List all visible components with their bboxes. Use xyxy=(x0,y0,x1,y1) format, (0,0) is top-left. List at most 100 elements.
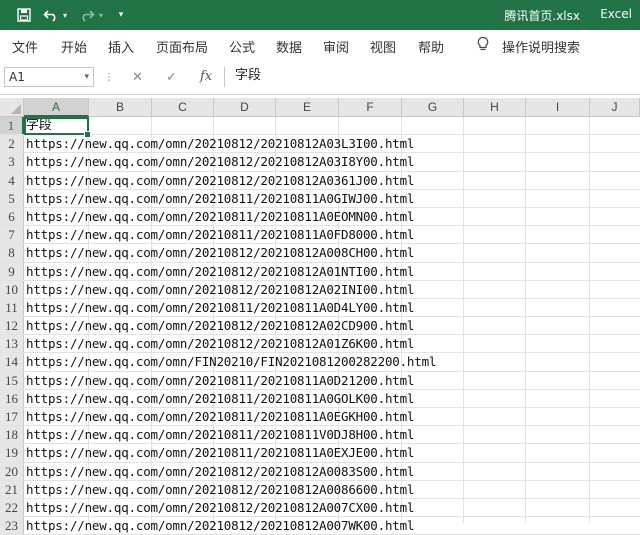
column-header-i[interactable]: I xyxy=(526,98,590,117)
sheet-row: 22 https://new.qq.com/omn/20210812/202108… xyxy=(0,498,640,518)
row-header[interactable]: 21 xyxy=(0,480,24,498)
cell-url[interactable]: https://new.qq.com/omn/20210812/20210812… xyxy=(26,281,414,299)
cell-url[interactable]: https://new.qq.com/omn/20210812/20210812… xyxy=(26,499,414,517)
row-header[interactable]: 15 xyxy=(0,371,24,389)
cell-url[interactable]: https://new.qq.com/omn/20210812/20210812… xyxy=(26,244,414,262)
sheet-row: 12 https://new.qq.com/omn/20210812/202108… xyxy=(0,317,640,336)
title-bar: ▾ ▾ ▾ 腾讯首页.xlsx Excel xyxy=(0,0,640,30)
save-icon[interactable] xyxy=(14,5,34,25)
row-header[interactable]: 22 xyxy=(0,498,24,517)
column-header-f[interactable]: F xyxy=(339,98,402,117)
name-box-dropdown-icon[interactable]: ▾ xyxy=(84,68,89,86)
cell-url[interactable]: https://new.qq.com/omn/20210812/20210812… xyxy=(26,263,414,281)
row-header[interactable]: 5 xyxy=(0,189,24,207)
cell-url[interactable]: https://new.qq.com/omn/20210812/20210812… xyxy=(26,335,414,353)
more-options-icon[interactable]: ⋮ xyxy=(104,72,114,83)
row-header[interactable]: 23 xyxy=(0,517,24,535)
tell-me-search[interactable]: 操作说明搜索 xyxy=(502,37,580,56)
cell-url[interactable]: https://new.qq.com/omn/20210812/20210812… xyxy=(26,317,414,335)
row-header[interactable]: 16 xyxy=(0,389,24,407)
sheet-row: 1 字段 xyxy=(0,117,640,136)
sheet-row: 23 https://new.qq.com/omn/20210812/202108… xyxy=(0,517,640,535)
select-all-button[interactable] xyxy=(0,98,24,117)
row-header[interactable]: 6 xyxy=(0,207,24,226)
sheet-row: 18 https://new.qq.com/omn/20210811/202108… xyxy=(0,426,640,445)
worksheet-grid[interactable]: A B C D E F G H I J 1 字段 2 https://new.qq.… xyxy=(0,98,640,535)
tab-file[interactable]: 文件 xyxy=(12,37,38,56)
cell-url[interactable]: https://new.qq.com/omn/20210811/20210811… xyxy=(26,190,414,208)
redo-dropdown-icon[interactable]: ▾ xyxy=(96,5,106,25)
row-header[interactable]: 12 xyxy=(0,317,24,335)
row-header[interactable]: 3 xyxy=(0,153,24,171)
insert-function-button[interactable]: fx xyxy=(200,69,212,84)
sheet-row: 8 https://new.qq.com/omn/20210812/2021081… xyxy=(0,244,640,263)
sheet-row: 17 https://new.qq.com/omn/20210811/202108… xyxy=(0,408,640,427)
row-header[interactable]: 20 xyxy=(0,462,24,480)
sheet-row: 14 https://new.qq.com/omn/FIN20210/FIN202… xyxy=(0,353,640,372)
row-header[interactable]: 11 xyxy=(0,298,24,317)
cell-url[interactable]: https://new.qq.com/omn/20210811/20210811… xyxy=(26,444,414,462)
row-header[interactable]: 10 xyxy=(0,280,24,298)
tab-insert[interactable]: 插入 xyxy=(108,37,134,56)
column-header-j[interactable]: J xyxy=(590,98,640,117)
customize-icon[interactable]: ▾ xyxy=(114,5,128,25)
tab-formulas[interactable]: 公式 xyxy=(229,37,255,56)
column-header-e[interactable]: E xyxy=(276,98,339,117)
fill-handle[interactable] xyxy=(84,131,91,138)
column-header-b[interactable]: B xyxy=(89,98,152,117)
tab-page-layout[interactable]: 页面布局 xyxy=(156,37,208,56)
row-header[interactable]: 8 xyxy=(0,244,24,262)
redo-icon[interactable] xyxy=(78,5,96,25)
tab-help[interactable]: 帮助 xyxy=(418,37,444,56)
lightbulb-icon[interactable] xyxy=(476,36,490,56)
row-header[interactable]: 14 xyxy=(0,353,24,371)
column-header-g[interactable]: G xyxy=(402,98,464,117)
cell-url[interactable]: https://new.qq.com/omn/20210811/20210811… xyxy=(26,408,414,426)
row-header[interactable]: 1 xyxy=(0,117,24,135)
sheet-row: 13 https://new.qq.com/omn/20210812/202108… xyxy=(0,335,640,354)
sheet-row: 9 https://new.qq.com/omn/20210812/2021081… xyxy=(0,262,640,281)
cell-url[interactable]: https://new.qq.com/omn/20210811/20210811… xyxy=(26,390,414,408)
formula-input[interactable]: 字段 xyxy=(224,67,640,87)
cell-url[interactable]: https://new.qq.com/omn/20210812/20210812… xyxy=(26,153,414,171)
cancel-icon[interactable]: ✕ xyxy=(132,70,143,85)
column-header-d[interactable]: D xyxy=(214,98,276,117)
column-header-a[interactable]: A xyxy=(24,98,89,117)
column-header-c[interactable]: C xyxy=(152,98,214,117)
tab-home[interactable]: 开始 xyxy=(61,37,87,56)
cell-url[interactable]: https://new.qq.com/omn/20210811/20210811… xyxy=(26,226,414,244)
column-header-h[interactable]: H xyxy=(464,98,526,117)
sheet-row: 16 https://new.qq.com/omn/20210811/202108… xyxy=(0,389,640,408)
undo-icon[interactable] xyxy=(42,5,60,25)
sheet-row: 5 https://new.qq.com/omn/20210811/2021081… xyxy=(0,189,640,208)
cell-url[interactable]: https://new.qq.com/omn/20210812/20210812… xyxy=(26,172,414,190)
selected-cell-border xyxy=(24,117,89,136)
tab-data[interactable]: 数据 xyxy=(276,37,302,56)
cell-url[interactable]: https://new.qq.com/omn/20210812/20210812… xyxy=(26,463,414,481)
cell-url[interactable]: https://new.qq.com/omn/20210811/20210811… xyxy=(26,426,414,444)
tab-review[interactable]: 审阅 xyxy=(323,37,349,56)
row-header[interactable]: 18 xyxy=(0,426,24,444)
row-header[interactable]: 17 xyxy=(0,408,24,426)
formula-bar: A1 ▾ ⋮ ✕ ✓ fx 字段 xyxy=(0,60,640,95)
cell-url[interactable]: https://new.qq.com/omn/FIN20210/FIN20210… xyxy=(26,353,436,371)
enter-icon[interactable]: ✓ xyxy=(166,70,177,85)
row-header[interactable]: 19 xyxy=(0,444,24,462)
row-header[interactable]: 13 xyxy=(0,335,24,353)
cell-url[interactable]: https://new.qq.com/omn/20210812/20210812… xyxy=(26,517,414,535)
cell-url[interactable]: https://new.qq.com/omn/20210811/20210811… xyxy=(26,372,414,390)
name-box[interactable]: A1 ▾ xyxy=(4,67,94,87)
cell-url[interactable]: https://new.qq.com/omn/20210812/20210812… xyxy=(26,481,414,499)
cell-url[interactable]: https://new.qq.com/omn/20210811/20210811… xyxy=(26,299,414,317)
row-header[interactable]: 4 xyxy=(0,171,24,189)
tab-view[interactable]: 视图 xyxy=(370,37,396,56)
row-header[interactable]: 9 xyxy=(0,262,24,280)
row-header[interactable]: 2 xyxy=(0,135,24,153)
cell-url[interactable]: https://new.qq.com/omn/20210811/20210811… xyxy=(26,208,414,226)
sheet-rows: 1 字段 2 https://new.qq.com/omn/20210812/202… xyxy=(0,117,640,535)
undo-dropdown-icon[interactable]: ▾ xyxy=(60,5,70,25)
sheet-row: 2 https://new.qq.com/omn/20210812/2021081… xyxy=(0,135,640,154)
sheet-row: 4 https://new.qq.com/omn/20210812/2021081… xyxy=(0,171,640,190)
sheet-row: 21 https://new.qq.com/omn/20210812/202108… xyxy=(0,480,640,499)
row-header[interactable]: 7 xyxy=(0,226,24,244)
